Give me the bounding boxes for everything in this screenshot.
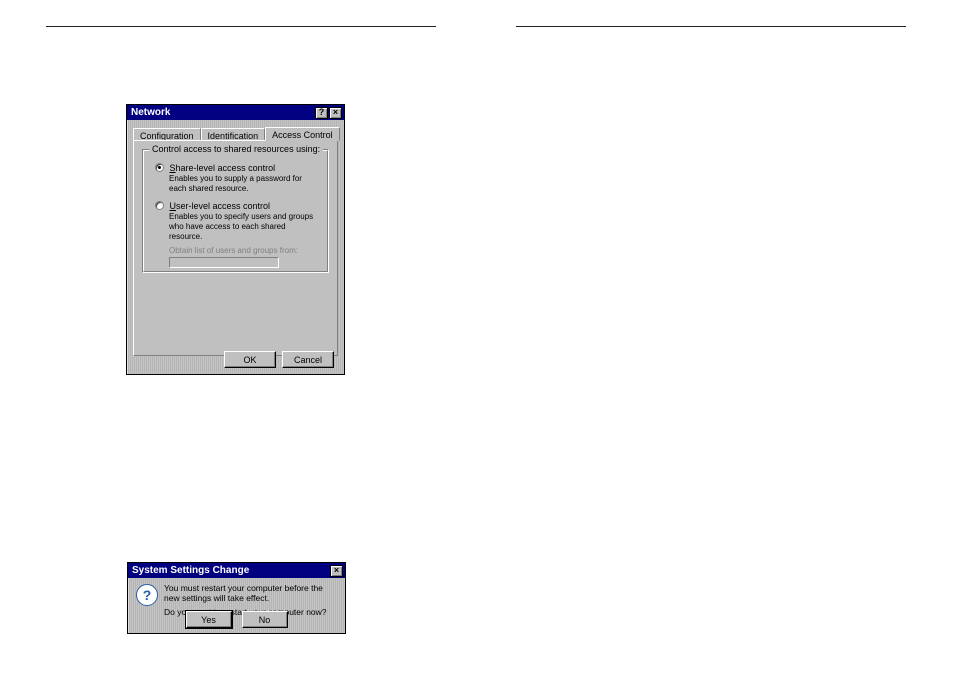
radio-user-level-label: User-level access control (170, 201, 271, 211)
restart-button-row: Yes No (128, 611, 345, 628)
restart-dialog: System Settings Change × ? You must rest… (127, 562, 346, 634)
page-divider-left (46, 26, 436, 27)
share-level-hint: Enables you to supply a password for eac… (169, 174, 320, 194)
radio-icon (155, 163, 164, 172)
help-button[interactable]: ? (315, 107, 328, 119)
restart-titlebar[interactable]: System Settings Change × (128, 563, 345, 578)
no-button[interactable]: No (242, 611, 288, 628)
question-icon: ? (136, 584, 158, 606)
ok-button[interactable]: OK (224, 351, 276, 368)
close-button[interactable]: × (329, 107, 342, 119)
dialog-button-row: OK Cancel (224, 351, 334, 368)
groupbox-label: Control access to shared resources using… (149, 144, 323, 154)
access-control-groupbox: Control access to shared resources using… (142, 149, 329, 273)
user-level-hint: Enables you to specify users and groups … (169, 212, 320, 242)
tab-access-control[interactable]: Access Control (265, 127, 340, 141)
cancel-button[interactable]: Cancel (282, 351, 334, 368)
radio-user-level[interactable]: User-level access control Enables you to… (155, 200, 320, 268)
radio-icon (155, 201, 164, 210)
obtain-list-label: Obtain list of users and groups from: (169, 246, 320, 255)
close-button[interactable]: × (330, 565, 343, 577)
radio-share-level[interactable]: Share-level access control Enables you t… (155, 162, 320, 194)
yes-button[interactable]: Yes (186, 611, 232, 628)
restart-message-1: You must restart your computer before th… (164, 583, 337, 603)
access-control-panel: Control access to shared resources using… (133, 140, 338, 356)
network-dialog: Network ? × Configuration Identification… (126, 104, 345, 375)
tab-strip: Configuration Identification Access Cont… (133, 126, 340, 140)
network-titlebar[interactable]: Network ? × (127, 105, 344, 120)
restart-title: System Settings Change (130, 563, 329, 578)
obtain-list-input (169, 257, 279, 268)
radio-share-level-label: Share-level access control (170, 163, 276, 173)
network-title: Network (129, 105, 314, 120)
page-divider-right (516, 26, 906, 27)
